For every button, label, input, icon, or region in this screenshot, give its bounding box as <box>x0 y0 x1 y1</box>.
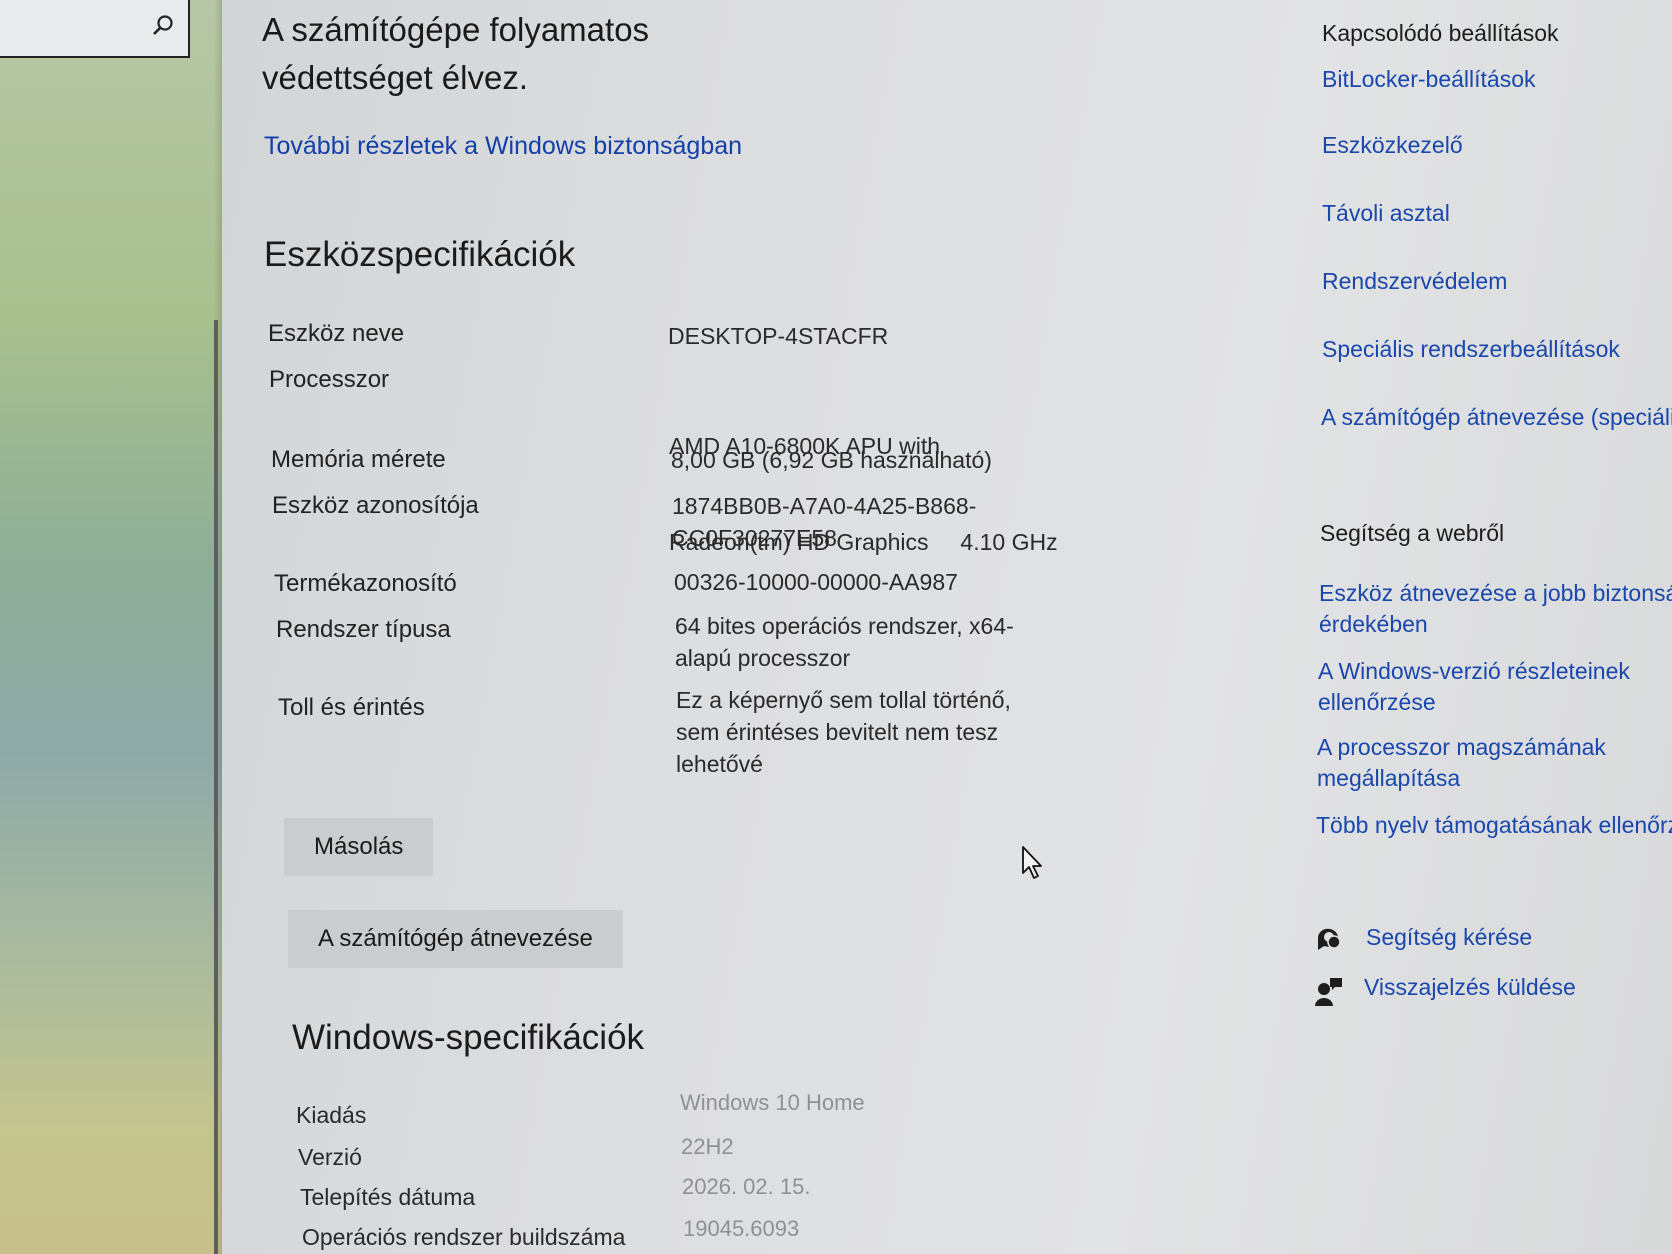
win-spec-value: 19045.6093 <box>683 1216 800 1241</box>
web-help-link-version[interactable]: A Windows-verzió részleteinek ellenőrzés… <box>1318 656 1630 718</box>
win-spec-label: Operációs rendszer buildszáma <box>302 1224 626 1250</box>
win-spec-value: Windows 10 Home <box>680 1090 865 1115</box>
settings-window: A számítógépe folyamatos védettséget élv… <box>0 0 1672 1254</box>
spec-value-line: alapú processzor <box>675 645 851 671</box>
spec-label: Termékazonosító <box>274 570 457 597</box>
win-spec-label: Telepítés dátuma <box>300 1184 476 1210</box>
spec-value-line: 64 bites operációs rendszer, x64- <box>675 613 1014 639</box>
spec-label: Memória mérete <box>271 446 446 473</box>
feedback-icon[interactable] <box>1314 976 1344 1006</box>
rename-pc-button[interactable]: A számítógép átnevezése <box>288 910 623 968</box>
search-input[interactable] <box>0 0 190 58</box>
link-line: A processzor magszámának <box>1317 734 1606 760</box>
spec-value: 1874BB0B-A7A0-4A25-B868- CC0F30277E58 <box>672 490 976 554</box>
get-help-icon[interactable] <box>1314 924 1344 954</box>
win-spec-label: Kiadás <box>296 1102 367 1128</box>
spec-value-line: 1874BB0B-A7A0-4A25-B868- <box>672 493 977 519</box>
win-spec-value: 2026. 02. 15. <box>682 1174 811 1199</box>
protection-status: A számítógépe folyamatos védettséget élv… <box>262 6 649 102</box>
copy-button[interactable]: Másolás <box>284 818 434 876</box>
spec-label: Eszköz azonosítója <box>272 492 479 519</box>
spec-value: DESKTOP-4STACFR <box>668 320 888 352</box>
link-line: Eszköz átnevezése a jobb biztonság <box>1319 580 1672 606</box>
win-spec-value: 22H2 <box>681 1134 734 1159</box>
spec-label: Toll és érintés <box>278 694 425 721</box>
search-icon[interactable] <box>152 14 174 36</box>
link-line: Több nyelv támogatásának ellenőrzése <box>1316 812 1672 838</box>
spec-value-line: Ez a képernyő sem tollal történő, <box>676 687 1011 713</box>
navigation-scrollbar[interactable] <box>214 320 218 1254</box>
web-help-link-cores[interactable]: A processzor magszámának megállapítása <box>1317 732 1606 794</box>
send-feedback-link[interactable]: Visszajelzés küldése <box>1364 972 1576 1003</box>
link-line: érdekében <box>1319 611 1428 637</box>
link-line: ellenőrzése <box>1318 689 1436 715</box>
spec-label: Rendszer típusa <box>276 616 451 643</box>
link-line: A Windows-verzió részleteinek <box>1318 658 1630 684</box>
win-spec-label: Verzió <box>298 1144 362 1170</box>
related-settings-pane: Kapcsolódó beállítások BitLocker-beállít… <box>1300 0 1672 1254</box>
windows-security-link[interactable]: További részletek a Windows biztonságban <box>264 132 742 161</box>
spec-label: Processzor <box>269 366 390 393</box>
spec-value: Ez a képernyő sem tollal történő, sem ér… <box>676 684 1011 780</box>
system-protection-link[interactable]: Rendszervédelem <box>1322 266 1507 297</box>
navigation-pane <box>0 0 222 1254</box>
link-line: megállapítása <box>1317 765 1461 791</box>
related-settings-title: Kapcsolódó beállítások <box>1322 20 1559 46</box>
remote-desktop-link[interactable]: Távoli asztal <box>1322 198 1450 229</box>
web-help-title: Segítség a webről <box>1320 520 1505 546</box>
spec-value-line: 8,00 GB (6,92 GB használható) <box>671 447 992 473</box>
protection-line-2: védettséget élvez. <box>262 59 528 96</box>
advanced-system-settings-link[interactable]: Speciális rendszerbeállítások <box>1322 334 1620 365</box>
spec-label: Eszköz neve <box>268 320 405 347</box>
get-help-link[interactable]: Segítség kérése <box>1366 922 1532 953</box>
web-help-link-rename[interactable]: Eszköz átnevezése a jobb biztonság érdek… <box>1319 578 1672 640</box>
rename-pc-advanced-link[interactable]: A számítógép átnevezése (speciális) <box>1321 402 1672 433</box>
spec-value: 64 bites operációs rendszer, x64- alapú … <box>675 610 1014 674</box>
windows-specs-title: Windows-specifikációk <box>292 1018 645 1057</box>
spec-value-line: sem érintéses bevitelt nem tesz <box>676 719 999 745</box>
device-manager-link[interactable]: Eszközkezelő <box>1322 130 1463 161</box>
protection-line-1: A számítógépe folyamatos <box>262 11 650 48</box>
spec-value-line: CC0F30277E58 <box>672 525 837 551</box>
bitlocker-link[interactable]: BitLocker-beállítások <box>1322 64 1536 95</box>
about-content: A számítógépe folyamatos védettséget élv… <box>262 0 1302 1254</box>
spec-value: 00326-10000-00000-AA987 <box>674 566 958 598</box>
mouse-pointer-icon <box>1022 846 1042 879</box>
spec-value-line: DESKTOP-4STACFR <box>668 323 889 349</box>
device-specs-title: Eszközspecifikációk <box>264 235 576 274</box>
web-help-link-languages[interactable]: Több nyelv támogatásának ellenőrzése <box>1316 810 1672 841</box>
spec-value-line: 00326-10000-00000-AA987 <box>674 569 958 595</box>
spec-value: 8,00 GB (6,92 GB használható) <box>671 444 992 476</box>
spec-value-line: lehetővé <box>676 751 763 777</box>
